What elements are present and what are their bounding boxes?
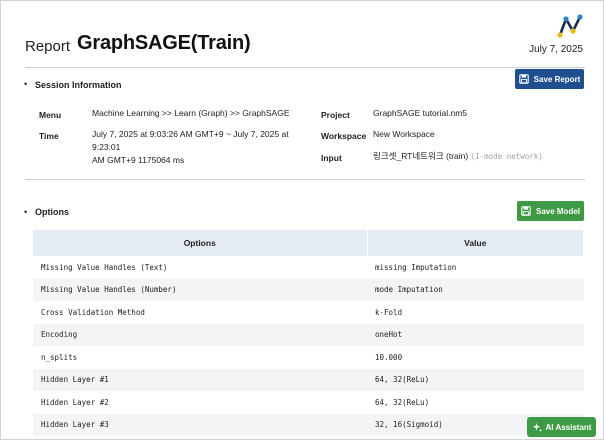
- report-date: July 7, 2025: [529, 44, 583, 55]
- options-section-title: Options: [35, 207, 69, 217]
- table-row: Missing Value Handles (Text) missing Imp…: [33, 256, 584, 279]
- option-name: Hidden Layer #3: [33, 413, 367, 436]
- option-name: Missing Value Handles (Text): [41, 262, 168, 272]
- table-row: Missing Value Handles (Number) mode Impu…: [33, 278, 584, 301]
- option-value: mode Imputation: [367, 278, 584, 301]
- option-name: Cross Validation Method: [41, 307, 145, 317]
- sparkle-icon: [532, 422, 542, 432]
- input-label: Input: [321, 153, 342, 163]
- project-label: Project: [321, 110, 350, 120]
- graph-logo-icon: [557, 14, 583, 38]
- column-header-value: Value: [367, 230, 584, 256]
- time-label: Time: [39, 131, 59, 141]
- menu-value: Machine Learning >> Learn (Graph) >> Gra…: [92, 108, 290, 118]
- session-section-title: Session Information: [35, 80, 122, 90]
- option-value: missing Imputation: [375, 262, 457, 272]
- column-header-options: Options: [33, 230, 368, 256]
- save-icon: [521, 206, 531, 216]
- option-name: Hidden Layer #2: [41, 397, 109, 407]
- table-row: Hidden Layer #1 64, 32(ReLu): [33, 368, 584, 391]
- divider: [25, 67, 585, 68]
- ai-assistant-label: AI Assistant: [545, 422, 592, 432]
- option-value: 64, 32(ReLu): [367, 368, 584, 391]
- option-name: Encoding: [33, 323, 367, 346]
- project-value: GraphSAGE tutorial.nm5: [373, 108, 468, 118]
- time-value-line1: July 7, 2025 at 9:03:26 AM GMT+9 ~ July …: [92, 129, 289, 152]
- input-note: (1-mode network): [470, 152, 543, 161]
- save-report-button[interactable]: Save Report: [515, 69, 584, 89]
- menu-label: Menu: [39, 110, 62, 120]
- table-row: n_splits 10.000: [33, 346, 584, 369]
- option-value: k-Fold: [375, 307, 403, 317]
- page-title: GraphSAGE(Train): [77, 32, 251, 54]
- time-value: July 7, 2025 at 9:03:26 AM GMT+9 ~ July …: [92, 128, 317, 167]
- table-header-row: Options Value: [33, 230, 584, 256]
- table-row: Hidden Layer #2 64, 32(ReLu): [33, 391, 584, 414]
- options-table: Options Value Missing Value Handles (Tex…: [33, 230, 584, 436]
- divider: [25, 179, 585, 180]
- option-name: n_splits: [41, 352, 78, 362]
- section-bullet: •: [24, 79, 28, 89]
- option-name: Hidden Layer #1: [33, 368, 367, 391]
- table-row: Encoding oneHot: [33, 323, 584, 346]
- table-row: Cross Validation Method k-Fold: [33, 301, 584, 324]
- workspace-value: New Workspace: [373, 129, 435, 139]
- table-row: Hidden Layer #3 32, 16(Sigmoid): [33, 413, 584, 436]
- option-value: 10.000: [375, 352, 403, 362]
- option-name: Missing Value Handles (Number): [33, 278, 367, 301]
- workspace-label: Workspace: [321, 131, 367, 141]
- save-report-label: Save Report: [533, 74, 581, 84]
- option-value: oneHot: [367, 323, 584, 346]
- option-value: 64, 32(ReLu): [375, 397, 430, 407]
- report-page: Report GraphSAGE(Train) July 7, 2025 • S…: [0, 0, 604, 440]
- save-icon: [518, 74, 529, 84]
- report-label: Report: [25, 38, 71, 55]
- input-value: 링크셋_RT네트워크 (train) (1-mode network): [373, 150, 543, 163]
- section-bullet: •: [24, 207, 28, 217]
- input-value-text: 링크셋_RT네트워크 (train): [373, 151, 469, 161]
- save-model-label: Save Model: [535, 206, 580, 216]
- time-value-line2: AM GMT+9 1175064 ms: [92, 155, 185, 165]
- ai-assistant-button[interactable]: AI Assistant: [527, 417, 596, 437]
- save-model-button[interactable]: Save Model: [517, 201, 584, 221]
